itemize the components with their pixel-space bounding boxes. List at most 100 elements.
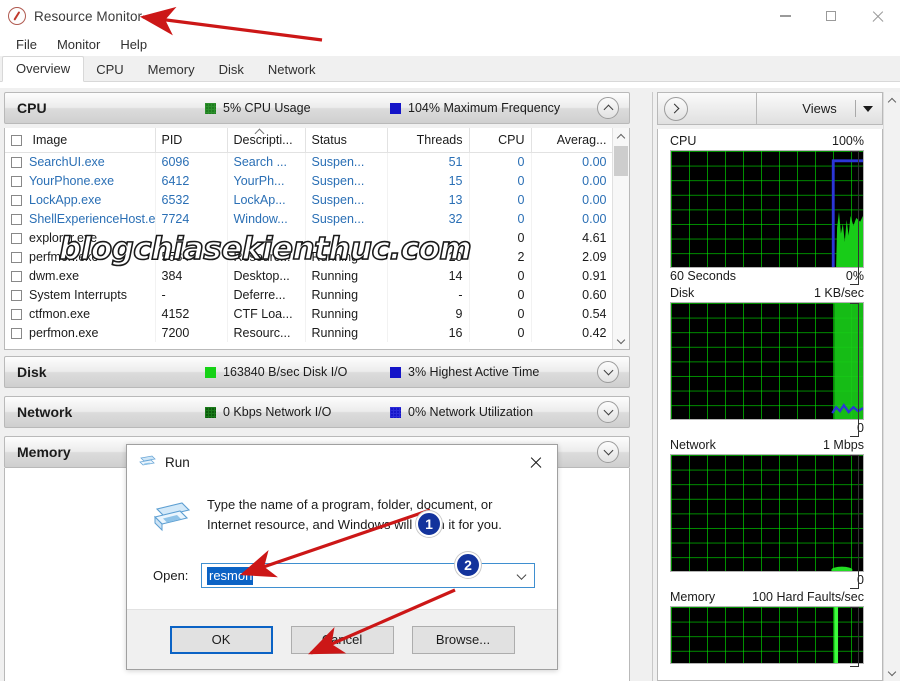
blue-swatch-icon — [390, 406, 401, 418]
collapse-cpu-chevron-up-icon[interactable] — [597, 97, 619, 119]
right-scroll-down-arrow-icon[interactable] — [884, 664, 900, 681]
cell-cpu: 0 — [469, 152, 532, 171]
run-combo-chevron-down-icon[interactable] — [516, 569, 527, 580]
table-row[interactable]: perfmon.exe 7200 Resourc... Running 16 0 0.42 — [5, 323, 614, 342]
table-row[interactable]: ctfmon.exe 4152 CTF Loa... Running 9 0 0.54 — [5, 304, 614, 323]
row-checkbox[interactable] — [11, 308, 22, 320]
expand-network-chevron-down-icon[interactable] — [597, 401, 619, 423]
section-header-disk[interactable]: Disk 163840 B/sec Disk I/O 3% Highest Ac… — [4, 356, 630, 388]
watermark: blogchiasekienthuc.com — [58, 230, 472, 268]
menu-help[interactable]: Help — [110, 35, 157, 54]
cell-threads: 15 — [387, 171, 470, 190]
run-dialog-close-button[interactable] — [513, 445, 557, 479]
menu-file[interactable]: File — [6, 35, 47, 54]
cell-status: Suspen... — [305, 152, 388, 171]
col-cpu[interactable]: CPU — [469, 128, 532, 153]
tab-cpu[interactable]: CPU — [84, 58, 135, 82]
cell-average: 0.00 — [531, 190, 614, 209]
col-image[interactable]: Image — [5, 128, 156, 153]
process-table-scrollbar[interactable] — [612, 128, 629, 349]
col-pid[interactable]: PID — [155, 128, 228, 153]
run-open-value: resmon — [207, 566, 254, 585]
ok-button[interactable]: OK — [169, 625, 273, 654]
row-checkbox[interactable] — [11, 270, 22, 282]
views-chevron-down-icon[interactable] — [863, 105, 873, 112]
cell-status: Suspen... — [305, 209, 388, 228]
table-row[interactable]: YourPhone.exe 6412 YourPh... Suspen... 15 0 0.… — [5, 171, 614, 190]
table-row[interactable]: System Interrupts - Deferre... Running -0 0.6… — [5, 285, 614, 304]
tab-memory[interactable]: Memory — [136, 58, 207, 82]
cell-average: 0.42 — [531, 323, 614, 342]
cell-cpu: 0 — [469, 190, 532, 209]
cell-image: perfmon.exe — [5, 323, 156, 342]
cell-image: ctfmon.exe — [5, 304, 156, 323]
row-checkbox[interactable] — [11, 213, 22, 225]
table-row[interactable]: LockApp.exe 6532 LockAp... Suspen... 13 0 0.00 — [5, 190, 614, 209]
cell-threads: 13 — [387, 190, 470, 209]
graph-disk-max: 1 KB/sec — [813, 286, 864, 300]
menu-monitor[interactable]: Monitor — [47, 35, 110, 54]
run-dialog-footer: OK Cancel Browse... — [127, 609, 557, 669]
table-row[interactable]: ShellExperienceHost.exe 7724 Window... Susp… — [5, 209, 614, 228]
minimize-button[interactable] — [762, 0, 808, 32]
expand-panel-chevron-right-icon[interactable] — [664, 96, 688, 121]
cell-image: LockApp.exe — [5, 190, 156, 209]
table-row[interactable]: dwm.exe 384 Desktop... Running 14 0 0.91 — [5, 266, 614, 285]
cancel-button[interactable]: Cancel — [290, 625, 394, 654]
tab-overview[interactable]: Overview — [2, 56, 85, 82]
browse-button[interactable]: Browse... — [411, 625, 515, 654]
cell-threads: - — [387, 285, 470, 304]
cell-pid: 7724 — [155, 209, 228, 228]
row-checkbox[interactable] — [11, 251, 22, 263]
cell-pid: 4152 — [155, 304, 228, 323]
cell-average: 0.60 — [531, 285, 614, 304]
col-status[interactable]: Status — [305, 128, 388, 153]
tab-disk[interactable]: Disk — [207, 58, 256, 82]
cell-status: Running — [305, 285, 388, 304]
section-header-cpu[interactable]: CPU 5% CPU Usage 104% Maximum Frequency — [4, 92, 630, 124]
maximize-button[interactable] — [808, 0, 854, 32]
cell-threads: 16 — [387, 323, 470, 342]
cell-pid: 384 — [155, 266, 228, 285]
col-threads[interactable]: Threads — [387, 128, 470, 153]
run-dialog-body: Type the name of a program, folder, docu… — [127, 479, 557, 611]
run-large-icon — [153, 501, 191, 533]
resource-monitor-window: Resource Monitor File Monitor Help Overv… — [0, 0, 900, 681]
graph-network-title: Network — [670, 438, 716, 452]
graph-cpu-max: 100% — [832, 134, 864, 148]
col-description[interactable]: Descripti... — [227, 128, 306, 153]
graph-network-max: 1 Mbps — [823, 438, 864, 452]
row-checkbox[interactable] — [11, 327, 22, 339]
disk-io-text: 163840 B/sec Disk I/O — [223, 365, 348, 379]
right-panel-scrollbar[interactable] — [883, 92, 900, 681]
expand-disk-chevron-down-icon[interactable] — [597, 361, 619, 383]
section-header-network[interactable]: Network 0 Kbps Network I/O 0% Network Ut… — [4, 396, 630, 428]
cell-description: Desktop... — [227, 266, 306, 285]
graph-network: Network 1 Mbps 0 — [670, 437, 864, 589]
select-all-checkbox[interactable] — [11, 134, 22, 146]
run-open-input[interactable]: resmon — [201, 563, 535, 588]
graph-disk-title: Disk — [670, 286, 695, 300]
cell-average: 4.61 — [531, 228, 614, 247]
close-button[interactable] — [854, 0, 900, 32]
graphs-container: CPU 100% 60 Seconds 0% Disk 1 KB/sec 0 N… — [657, 129, 883, 681]
col-average[interactable]: Averag... — [531, 128, 614, 153]
scroll-up-arrow-icon[interactable] — [613, 128, 629, 145]
row-checkbox[interactable] — [11, 232, 22, 244]
expand-memory-chevron-down-icon[interactable] — [597, 441, 619, 463]
scroll-down-arrow-icon[interactable] — [613, 332, 629, 349]
row-checkbox[interactable] — [11, 175, 22, 187]
cell-average: 0.00 — [531, 209, 614, 228]
row-checkbox[interactable] — [11, 289, 22, 301]
run-dialog-title: Run — [165, 454, 190, 470]
dark-green-swatch-icon — [205, 406, 216, 418]
scrollbar-thumb[interactable] — [614, 146, 628, 176]
views-button[interactable]: Views — [756, 93, 882, 124]
blue-swatch-icon — [390, 102, 401, 114]
table-row[interactable]: SearchUI.exe 6096 Search ... Suspen... 51 0 0.… — [5, 152, 614, 171]
cell-status: Suspen... — [305, 171, 388, 190]
right-scroll-up-arrow-icon[interactable] — [884, 92, 900, 109]
row-checkbox[interactable] — [11, 194, 22, 206]
tab-network[interactable]: Network — [256, 58, 328, 82]
row-checkbox[interactable] — [11, 156, 22, 168]
